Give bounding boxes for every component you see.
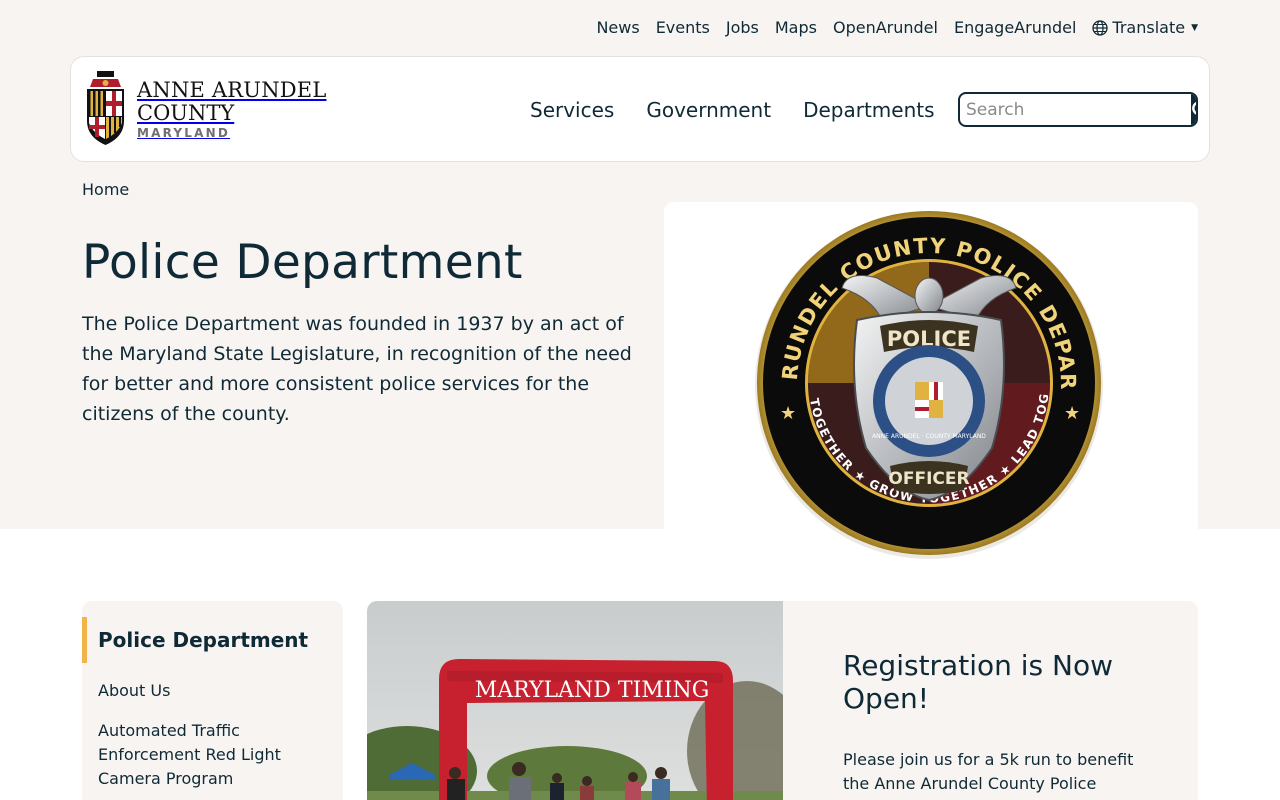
promo-title: Registration is Now Open! bbox=[843, 649, 1113, 715]
translate-button[interactable]: Translate ▼ bbox=[1092, 17, 1198, 39]
utility-link-maps[interactable]: Maps bbox=[775, 17, 817, 39]
nav-departments[interactable]: Departments bbox=[803, 97, 934, 123]
badge-shield-ring-text: ANNE ARUNDEL · COUNTY MARYLAND bbox=[872, 433, 986, 440]
promo-card: Registration is Now Open! Please join us… bbox=[783, 601, 1198, 800]
utility-link-events[interactable]: Events bbox=[656, 17, 710, 39]
svg-text:★: ★ bbox=[780, 403, 796, 424]
county-seal-icon bbox=[87, 71, 124, 145]
promo-image: MARYLAND TIMING bbox=[367, 601, 783, 800]
breadcrumb-home[interactable]: Home bbox=[82, 180, 129, 200]
promo-banner-text: MARYLAND TIMING bbox=[475, 678, 710, 703]
search-input[interactable] bbox=[960, 94, 1191, 125]
translate-label: Translate bbox=[1112, 18, 1186, 37]
site-header: ANNE ARUNDEL COUNTY MARYLAND Services Go… bbox=[70, 56, 1210, 162]
logo-line-1: ANNE ARUNDEL bbox=[137, 77, 327, 102]
sidebar-item-red-light-camera[interactable]: Automated Traffic Enforcement Red Light … bbox=[98, 719, 308, 791]
search-button[interactable] bbox=[1191, 94, 1196, 125]
sidebar-title[interactable]: Police Department bbox=[82, 617, 308, 663]
nav-government[interactable]: Government bbox=[646, 97, 771, 123]
utility-link-news[interactable]: News bbox=[596, 17, 639, 39]
nav-services[interactable]: Services bbox=[530, 97, 614, 123]
promo-text: Please join us for a 5k run to benefit t… bbox=[843, 750, 1134, 800]
sidebar-item-about-us[interactable]: About Us bbox=[98, 679, 308, 703]
page-title: Police Department bbox=[82, 235, 523, 290]
utility-link-openarundel[interactable]: OpenArundel bbox=[833, 17, 938, 39]
police-badge-logo: ANNE ARUNDEL COUNTY POLICE DEPARTMENT LE… bbox=[752, 208, 1103, 559]
badge-shield-bottom-text: OFFICER bbox=[888, 469, 969, 489]
caret-down-icon: ▼ bbox=[1191, 23, 1198, 33]
logo-line-2: COUNTY bbox=[137, 100, 235, 125]
search-icon bbox=[1192, 101, 1196, 115]
sidebar-nav: Police Department About Us Automated Tra… bbox=[82, 601, 343, 800]
globe-icon bbox=[1092, 20, 1109, 36]
main-nav: Services Government Departments bbox=[530, 97, 935, 123]
utility-link-engagearundel[interactable]: EngageArundel bbox=[954, 17, 1076, 39]
county-logo-link[interactable]: ANNE ARUNDEL COUNTY MARYLAND bbox=[83, 71, 326, 147]
page-intro: The Police Department was founded in 193… bbox=[82, 313, 632, 425]
utility-link-jobs[interactable]: Jobs bbox=[726, 17, 759, 39]
svg-text:★: ★ bbox=[1064, 403, 1080, 424]
logo-line-3: MARYLAND bbox=[137, 125, 231, 140]
search-form bbox=[958, 92, 1198, 127]
utility-nav: News Events Jobs Maps OpenArundel Engage… bbox=[596, 17, 1198, 39]
